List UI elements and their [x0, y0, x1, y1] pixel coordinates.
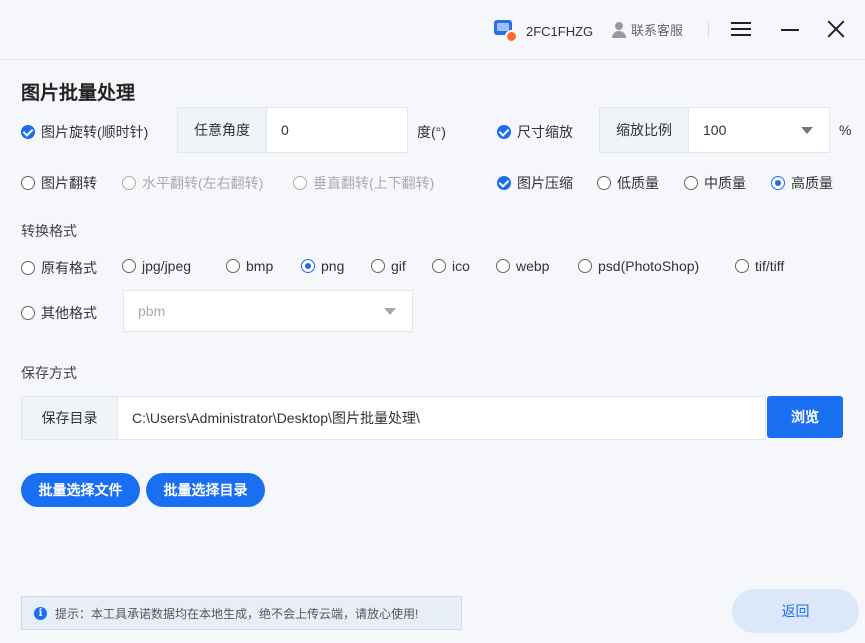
compress-label: 图片压缩 — [517, 175, 573, 191]
ratio-value: 100 — [703, 122, 727, 138]
radio-icon — [293, 176, 307, 190]
rotate-label: 图片旋转(顺时针) — [41, 124, 149, 140]
minimize-icon[interactable] — [776, 15, 804, 43]
user-avatar-icon — [490, 17, 518, 45]
resize-checkbox[interactable]: 尺寸缩放 — [497, 122, 573, 142]
radio-icon — [597, 176, 611, 190]
angle-label: 任意角度 — [177, 107, 267, 153]
radio-icon — [122, 259, 136, 273]
format-radio-bmp[interactable]: bmp — [226, 258, 273, 274]
rotate-checkbox[interactable]: 图片旋转(顺时针) — [21, 122, 148, 142]
info-icon: i — [34, 606, 47, 620]
ratio-select[interactable]: 100 — [688, 107, 830, 153]
format-label: 原有格式 — [41, 260, 97, 276]
flip-horizontal-label: 水平翻转(左右翻转) — [142, 175, 264, 191]
tip-text: 提示：本工具承诺数据均在本地生成，绝不会上传云端，请放心使用! — [55, 606, 419, 621]
save-dir-label: 保存目录 — [21, 396, 118, 440]
format-section-label: 转换格式 — [21, 223, 77, 239]
select-dir-button[interactable]: 批量选择目录 — [146, 473, 265, 507]
format-radio-ico[interactable]: ico — [432, 258, 470, 274]
format-label: png — [321, 258, 345, 274]
format-radio-other[interactable]: 其他格式 — [21, 303, 97, 323]
select-files-button[interactable]: 批量选择文件 — [21, 473, 140, 507]
flip-radio[interactable]: 图片翻转 — [21, 173, 97, 193]
back-button[interactable]: 返回 — [732, 589, 859, 633]
support-link[interactable]: 联系客服 — [612, 20, 683, 39]
compress-checkbox[interactable]: 图片压缩 — [497, 173, 573, 193]
format-radio-jpg[interactable]: jpg/jpeg — [122, 258, 191, 274]
menu-icon[interactable] — [727, 15, 755, 43]
radio-icon — [122, 176, 136, 190]
other-format-select[interactable]: pbm — [123, 290, 413, 332]
radio-icon — [21, 261, 35, 275]
format-label: bmp — [246, 258, 274, 274]
format-other-label: 其他格式 — [41, 305, 97, 321]
format-label: psd(PhotoShop) — [598, 258, 700, 274]
quality-low-radio[interactable]: 低质量 — [597, 173, 659, 193]
radio-icon — [684, 176, 698, 190]
support-label: 联系客服 — [631, 23, 684, 38]
tip-banner: i 提示：本工具承诺数据均在本地生成，绝不会上传云端，请放心使用! — [21, 596, 462, 630]
radio-selected-icon — [301, 259, 315, 273]
radio-icon — [226, 259, 240, 273]
angle-input[interactable] — [266, 107, 408, 153]
quality-high-radio[interactable]: 高质量 — [771, 173, 833, 193]
format-radio-png[interactable]: png — [301, 258, 344, 274]
angle-unit: 度(°) — [417, 124, 446, 140]
format-radio-psd[interactable]: psd(PhotoShop) — [578, 258, 699, 274]
flip-label: 图片翻转 — [41, 175, 97, 191]
checked-icon — [497, 125, 511, 139]
ratio-label: 缩放比例 — [599, 107, 689, 153]
quality-high-label: 高质量 — [791, 175, 833, 191]
person-icon — [612, 21, 626, 38]
radio-icon — [371, 259, 385, 273]
chevron-down-icon — [384, 308, 396, 315]
flip-vertical-label: 垂直翻转(上下翻转) — [313, 175, 435, 191]
flip-horizontal-radio[interactable]: 水平翻转(左右翻转) — [122, 173, 263, 193]
user-name: 2FC1FHZG — [526, 23, 594, 39]
format-radio-gif[interactable]: gif — [371, 258, 406, 274]
radio-icon — [578, 259, 592, 273]
format-label: jpg/jpeg — [142, 258, 192, 274]
quality-low-label: 低质量 — [617, 175, 659, 191]
format-radio-original[interactable]: 原有格式 — [21, 258, 97, 278]
format-radio-tif[interactable]: tif/tiff — [735, 258, 784, 274]
radio-icon — [496, 259, 510, 273]
format-label: gif — [391, 258, 406, 274]
radio-icon — [21, 176, 35, 190]
title-bar: 2FC1FHZG 联系客服 — [0, 0, 865, 60]
page-title: 图片批量处理 — [21, 83, 136, 104]
close-icon[interactable] — [822, 15, 850, 43]
radio-selected-icon — [771, 176, 785, 190]
radio-icon — [735, 259, 749, 273]
resize-label: 尺寸缩放 — [517, 124, 573, 140]
ratio-unit: % — [839, 122, 852, 138]
radio-icon — [21, 306, 35, 320]
browse-button[interactable]: 浏览 — [767, 396, 843, 438]
user-account[interactable]: 2FC1FHZG — [490, 17, 593, 45]
radio-icon — [432, 259, 446, 273]
titlebar-divider — [708, 22, 709, 38]
checked-icon — [21, 125, 35, 139]
quality-mid-radio[interactable]: 中质量 — [684, 173, 746, 193]
format-label: webp — [516, 258, 550, 274]
save-dir-input[interactable] — [117, 396, 766, 440]
chevron-down-icon — [801, 127, 813, 134]
quality-mid-label: 中质量 — [704, 175, 746, 191]
format-label: ico — [452, 258, 470, 274]
flip-vertical-radio[interactable]: 垂直翻转(上下翻转) — [293, 173, 434, 193]
save-section-label: 保存方式 — [21, 365, 77, 381]
format-label: tif/tiff — [755, 258, 785, 274]
format-radio-webp[interactable]: webp — [496, 258, 549, 274]
checked-icon — [497, 176, 511, 190]
other-format-value: pbm — [138, 303, 166, 319]
